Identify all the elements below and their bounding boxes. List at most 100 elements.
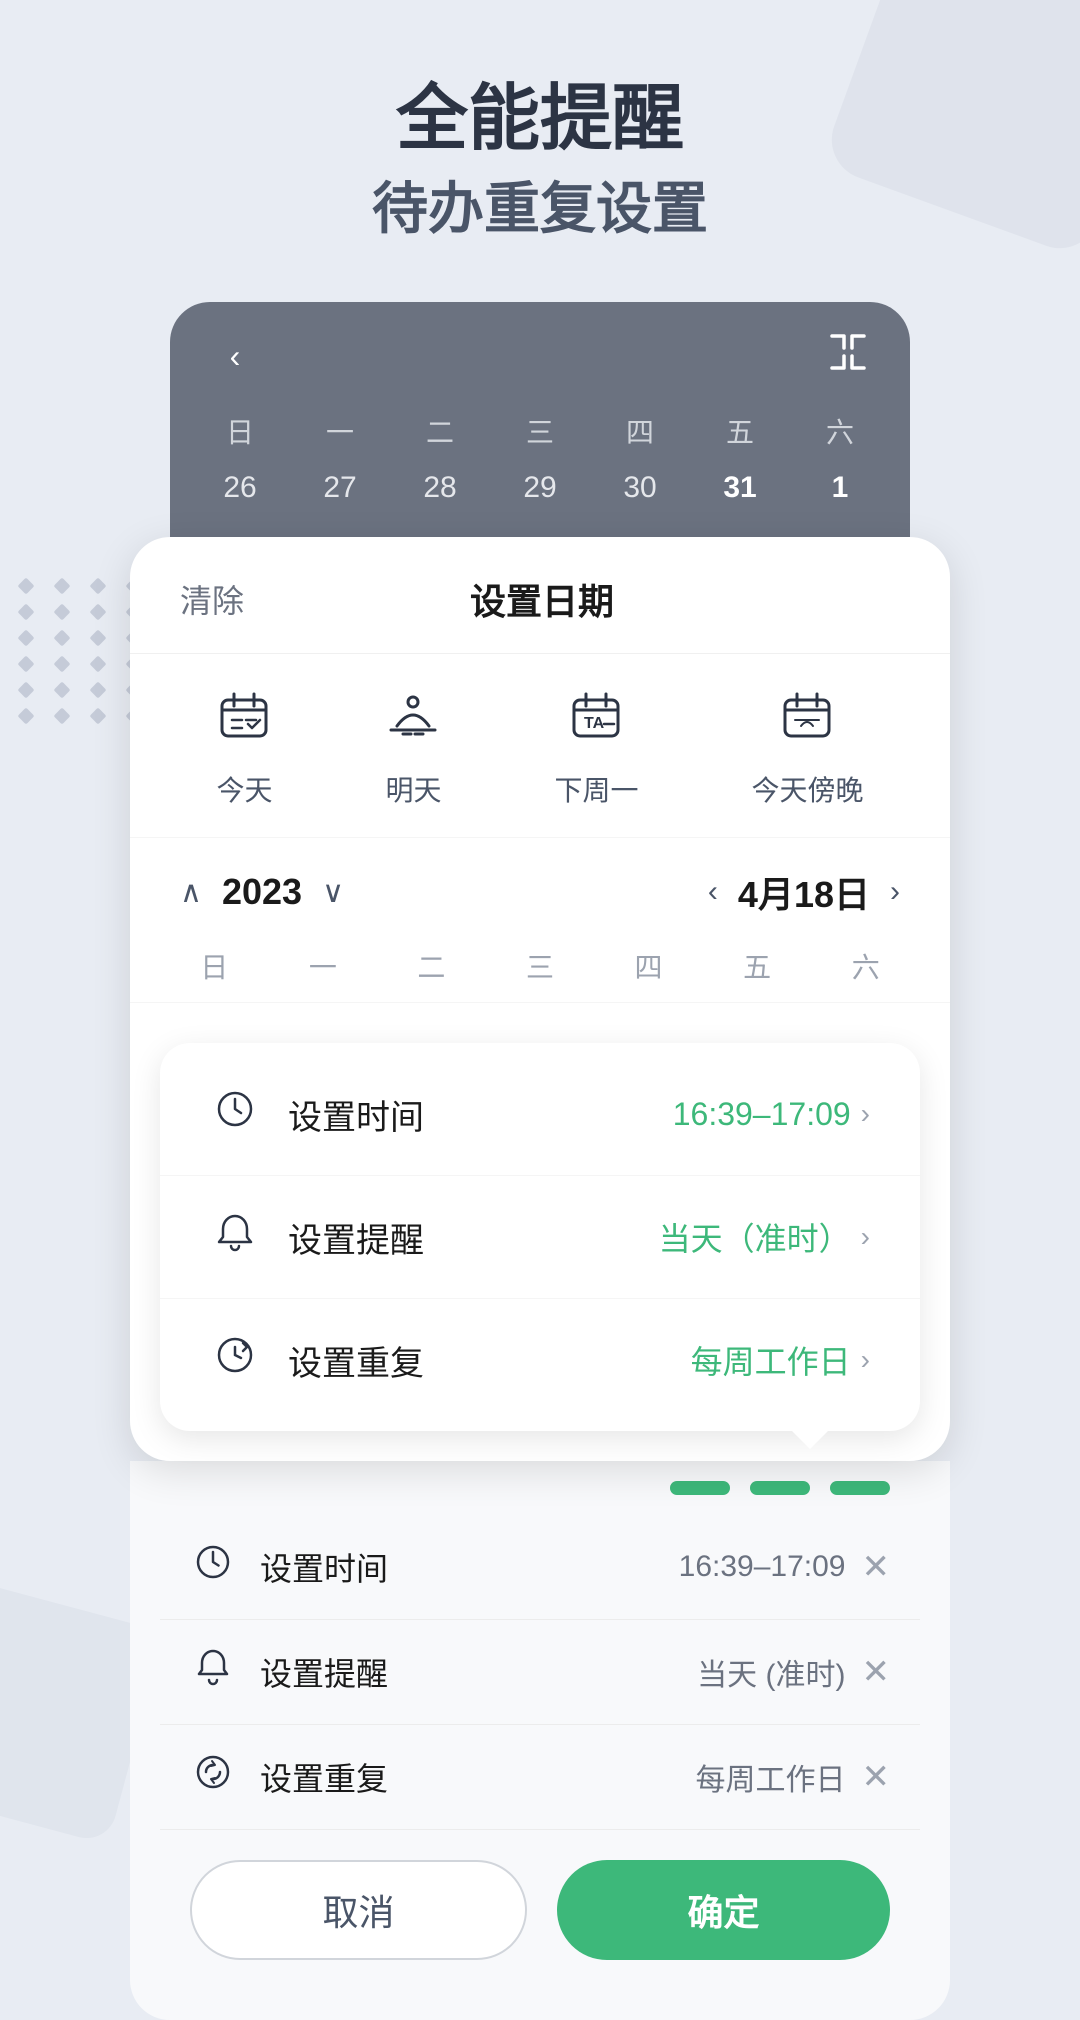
calendar-weekday-row: 日 一 二 三 四 五 六	[130, 946, 950, 1003]
set-reminder-label: 设置提醒	[288, 1213, 659, 1262]
cal-sun: 日	[160, 946, 269, 986]
date-26[interactable]: 26	[190, 459, 290, 517]
today-label: 今天	[216, 769, 272, 809]
cal-wed: 三	[486, 946, 595, 986]
date-picker-header: 清除 设置日期	[130, 537, 950, 654]
set-time-arrow: ›	[861, 1098, 870, 1130]
app-set-reminder-value: 当天 (准时)	[697, 1650, 845, 1694]
quick-dates-row: 今天 明天	[130, 654, 950, 838]
app-reminder-icon	[190, 1648, 236, 1696]
green-peek-1	[670, 1481, 730, 1495]
set-reminder-arrow: ›	[861, 1221, 870, 1253]
set-repeat-arrow: ›	[861, 1344, 870, 1376]
set-reminder-row[interactable]: 设置提醒 当天（准时） ›	[160, 1176, 920, 1299]
cal-sat: 六	[811, 946, 920, 986]
tonight-icon	[781, 690, 833, 755]
action-buttons: 取消 确定	[160, 1830, 920, 2000]
year-down-arrow[interactable]: ∨	[322, 875, 344, 910]
reminder-icon	[210, 1212, 260, 1262]
month-display: 4月18日	[738, 866, 870, 918]
calendar-nav: ‹	[170, 302, 910, 403]
hero-subtitle: 待办重复设置	[80, 175, 1000, 242]
set-reminder-value: 当天（准时）	[659, 1214, 851, 1260]
hero-section: 全能提醒 待办重复设置	[0, 0, 1080, 302]
date-30[interactable]: 30	[590, 459, 690, 517]
year-month-navigation: ∧ 2023 ∨ ‹ 4月18日 ›	[130, 838, 950, 946]
app-set-time-value: 16:39–17:09	[679, 1550, 846, 1584]
calendar-background-card: ‹ 日 一 二 三 四 五 六 26 27 28 29 30 31 1	[170, 302, 910, 537]
cal-tue: 二	[377, 946, 486, 986]
quick-date-today[interactable]: 今天	[216, 690, 272, 809]
cal-mon: 一	[269, 946, 378, 986]
app-set-repeat-close[interactable]: ✕	[862, 1757, 891, 1797]
year-display: 2023	[222, 871, 302, 913]
tonight-label: 今天傍晚	[751, 769, 863, 809]
app-bottom-section: 设置时间 16:39–17:09 ✕ 设置提醒 当天 (准时) ✕	[130, 1495, 950, 2020]
app-set-time-row[interactable]: 设置时间 16:39–17:09 ✕	[160, 1515, 920, 1620]
svg-text:TA: TA	[584, 715, 605, 732]
weekday-sat: 六	[790, 403, 890, 459]
set-repeat-label: 设置重复	[288, 1336, 691, 1385]
today-icon	[218, 690, 270, 755]
app-set-repeat-value: 每周工作日	[696, 1755, 846, 1799]
weekday-wed: 三	[490, 403, 590, 459]
green-peek	[130, 1461, 950, 1495]
tooltip-arrow	[790, 1429, 830, 1449]
app-set-repeat-row[interactable]: 设置重复 每周工作日 ✕	[160, 1725, 920, 1830]
app-repeat-icon	[190, 1753, 236, 1801]
quick-date-tomorrow[interactable]: 明天	[385, 690, 441, 809]
date-31[interactable]: 31	[690, 459, 790, 517]
date-27[interactable]: 27	[290, 459, 390, 517]
year-up-arrow[interactable]: ∧	[180, 875, 202, 910]
app-set-reminder-close[interactable]: ✕	[862, 1652, 891, 1692]
green-peek-3	[830, 1481, 890, 1495]
date-29[interactable]: 29	[490, 459, 590, 517]
cal-fri: 五	[703, 946, 812, 986]
app-mockup: ‹ 日 一 二 三 四 五 六 26 27 28 29 30 31 1	[130, 302, 950, 2020]
app-time-icon	[190, 1543, 236, 1591]
settings-panel-wrapper: 设置时间 16:39–17:09 › 设置提醒 当天（准时） ›	[130, 1043, 950, 1431]
date-1[interactable]: 1	[790, 459, 890, 517]
next-monday-icon: TA	[570, 690, 622, 755]
date-picker-modal: 清除 设置日期 今天	[130, 537, 950, 1461]
set-time-value: 16:39–17:09	[673, 1096, 851, 1133]
tomorrow-label: 明天	[385, 769, 441, 809]
set-time-row[interactable]: 设置时间 16:39–17:09 ›	[160, 1053, 920, 1176]
weekday-header: 日 一 二 三 四 五 六	[170, 403, 910, 459]
time-icon	[210, 1089, 260, 1139]
weekday-sun: 日	[190, 403, 290, 459]
date-row: 26 27 28 29 30 31 1	[170, 459, 910, 537]
quick-date-next-monday[interactable]: TA 下周一	[554, 690, 638, 809]
weekday-thu: 四	[590, 403, 690, 459]
month-next-arrow[interactable]: ›	[890, 875, 900, 909]
app-set-reminder-label: 设置提醒	[260, 1649, 697, 1695]
back-button[interactable]: ‹	[210, 332, 260, 382]
set-repeat-row[interactable]: 设置重复 每周工作日 ›	[160, 1299, 920, 1421]
month-prev-arrow[interactable]: ‹	[708, 875, 718, 909]
app-set-time-label: 设置时间	[260, 1544, 679, 1590]
month-nav: ‹ 4月18日 ›	[708, 866, 900, 918]
cal-thu: 四	[594, 946, 703, 986]
settings-panel: 设置时间 16:39–17:09 › 设置提醒 当天（准时） ›	[160, 1043, 920, 1431]
next-monday-label: 下周一	[554, 769, 638, 809]
weekday-mon: 一	[290, 403, 390, 459]
clear-button[interactable]: 清除	[180, 576, 244, 622]
confirm-button[interactable]: 确定	[557, 1860, 890, 1960]
set-repeat-value: 每周工作日	[691, 1337, 851, 1383]
app-set-time-close[interactable]: ✕	[862, 1547, 891, 1587]
hero-title: 全能提醒	[80, 80, 1000, 159]
app-set-repeat-label: 设置重复	[260, 1754, 696, 1800]
tomorrow-icon	[387, 690, 439, 755]
year-nav: ∧ 2023 ∨	[180, 871, 344, 913]
date-picker-title: 设置日期	[470, 573, 614, 625]
date-28[interactable]: 28	[390, 459, 490, 517]
repeat-icon	[210, 1335, 260, 1385]
quick-date-tonight[interactable]: 今天傍晚	[751, 690, 863, 809]
expand-button[interactable]	[826, 330, 870, 383]
set-time-label: 设置时间	[288, 1090, 673, 1139]
cancel-button[interactable]: 取消	[190, 1860, 527, 1960]
weekday-tue: 二	[390, 403, 490, 459]
green-peek-2	[750, 1481, 810, 1495]
app-set-reminder-row[interactable]: 设置提醒 当天 (准时) ✕	[160, 1620, 920, 1725]
weekday-fri: 五	[690, 403, 790, 459]
